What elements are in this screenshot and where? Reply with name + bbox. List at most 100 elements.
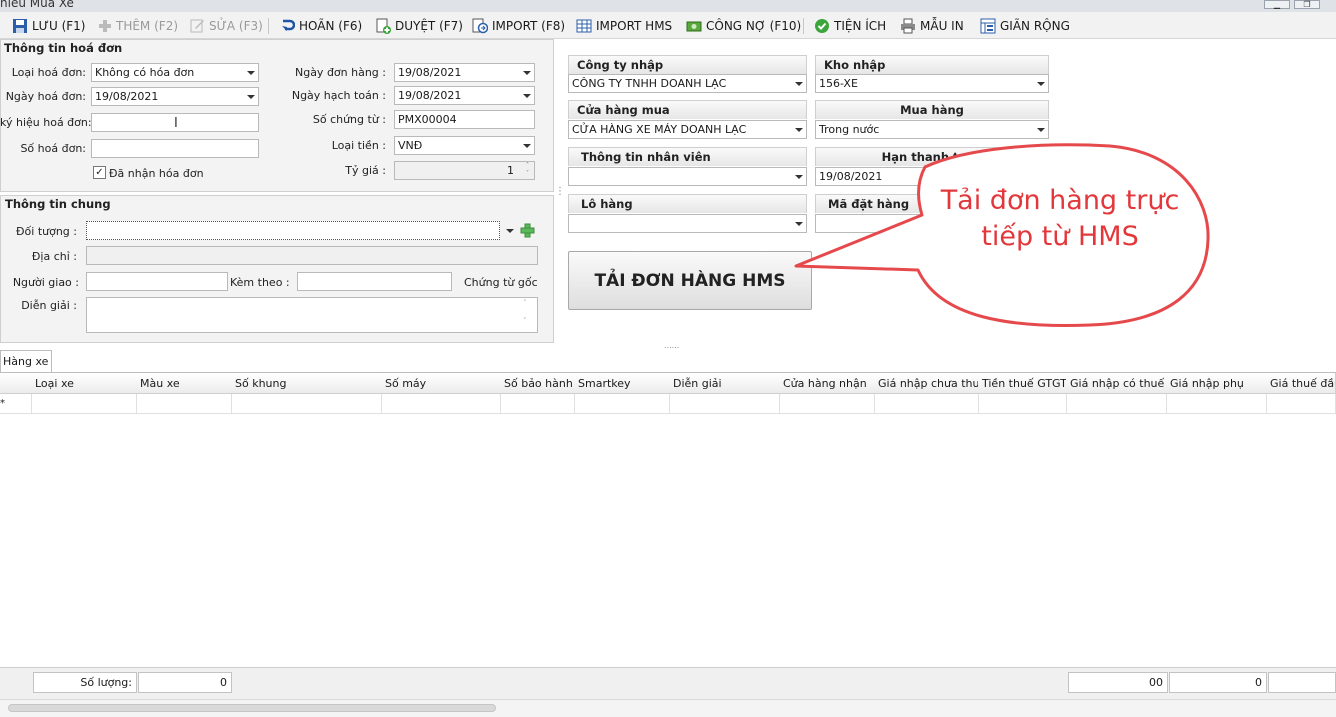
- lot-select[interactable]: [568, 214, 807, 233]
- horizontal-splitter-handle[interactable]: ......: [664, 341, 679, 350]
- textarea-scroll-arrows[interactable]: ˄ ˅: [523, 298, 527, 326]
- add-object-plus-icon[interactable]: [520, 223, 535, 238]
- order-date-picker[interactable]: 19/08/2021: [394, 63, 535, 82]
- new-row-cell[interactable]: [31, 394, 137, 414]
- accounting-date-picker[interactable]: 19/08/2021: [394, 86, 535, 105]
- new-row-cell[interactable]: [500, 394, 575, 414]
- new-row-cell[interactable]: [978, 394, 1067, 414]
- company-value: CÔNG TY TNHH DOANH LẠC: [572, 77, 727, 90]
- new-row-cell[interactable]: [136, 394, 232, 414]
- warehouse-header: Kho nhập: [815, 55, 1049, 74]
- new-row-cell[interactable]: [1066, 394, 1167, 414]
- invoice-number-input[interactable]: [91, 139, 259, 158]
- column-header[interactable]: Tiền thuế GTGT: [978, 373, 1067, 394]
- column-header[interactable]: Số khung: [231, 373, 382, 394]
- expand-button[interactable]: GIÃN RỘNG: [980, 12, 1070, 39]
- attach-input[interactable]: [297, 272, 452, 291]
- spin-buttons[interactable]: ˄ ˅: [521, 162, 534, 179]
- undo-button[interactable]: HOÃN (F6): [279, 12, 362, 39]
- currency-label: Loại tiền :: [331, 139, 386, 152]
- new-row-cell[interactable]: [874, 394, 979, 414]
- new-row-cell[interactable]: [1266, 394, 1336, 414]
- chevron-down-icon[interactable]: [242, 64, 258, 81]
- save-button[interactable]: LƯU (F1): [12, 12, 85, 39]
- horizontal-scrollbar[interactable]: [0, 699, 1336, 717]
- chevron-down-icon[interactable]: [518, 64, 534, 81]
- object-label: Đối tượng :: [16, 225, 77, 238]
- new-row-cell[interactable]: [669, 394, 780, 414]
- tab-vehicles[interactable]: Hàng xe: [0, 350, 52, 373]
- voucher-number-input[interactable]: PMX00004: [394, 110, 535, 129]
- load-hms-orders-button[interactable]: TẢI ĐƠN HÀNG HMS: [568, 251, 812, 310]
- lot-header: Lô hàng: [568, 194, 807, 213]
- spin-up-icon[interactable]: ˄: [521, 162, 534, 170]
- new-row-cell[interactable]: [779, 394, 875, 414]
- add-button[interactable]: THÊM (F2): [98, 12, 178, 39]
- chevron-down-icon[interactable]: [518, 87, 534, 104]
- window-title: hieu Mua Xe: [0, 0, 74, 10]
- purchase-type-select[interactable]: Trong nước: [815, 120, 1049, 139]
- edit-button[interactable]: SỬA (F3): [190, 12, 263, 39]
- description-textarea[interactable]: [86, 297, 538, 333]
- column-header[interactable]: Cửa hàng nhận: [779, 373, 875, 394]
- table-icon: [576, 19, 592, 32]
- text-cursor-icon: I: [174, 116, 178, 131]
- approve-button[interactable]: DUYỆT (F7): [375, 12, 463, 39]
- store-select[interactable]: CỬA HÀNG XE MÁY DOANH LẠC: [568, 120, 807, 139]
- order-date-label: Ngày đơn hàng :: [294, 66, 386, 79]
- callout-text: Tải đơn hàng trực tiếp từ HMS: [940, 185, 1180, 252]
- debt-button[interactable]: CÔNG NỢ (F10): [686, 12, 801, 39]
- order-date-value: 19/08/2021: [398, 66, 462, 79]
- spin-down-icon[interactable]: ˅: [521, 170, 534, 178]
- invoice-number-label: Số hoá đơn:: [20, 142, 86, 155]
- new-row-cell[interactable]: [381, 394, 501, 414]
- store-header: Cửa hàng mua: [568, 100, 807, 119]
- new-row-cell[interactable]: [574, 394, 670, 414]
- column-header[interactable]: Loại xe: [31, 373, 137, 394]
- currency-value: VNĐ: [398, 139, 423, 152]
- total-with-tax: 00: [1068, 672, 1168, 693]
- company-select[interactable]: CÔNG TY TNHH DOANH LẠC: [568, 74, 807, 93]
- column-header[interactable]: Số bảo hành: [500, 373, 575, 394]
- restore-button[interactable]: ❐: [1294, 0, 1320, 9]
- address-input[interactable]: [86, 246, 538, 265]
- chevron-down-icon[interactable]: [790, 121, 806, 138]
- invoice-date-picker[interactable]: 19/08/2021: [91, 87, 259, 106]
- staff-select[interactable]: [568, 167, 807, 186]
- new-row-cell[interactable]: [231, 394, 382, 414]
- warehouse-select[interactable]: 156-XE: [815, 74, 1049, 93]
- new-row-cell[interactable]: [1166, 394, 1267, 414]
- chevron-down-icon[interactable]: [1032, 75, 1048, 92]
- column-header[interactable]: Giá nhập chưa thuế: [874, 373, 979, 394]
- scroll-up-icon[interactable]: ˄: [523, 298, 527, 308]
- currency-select[interactable]: VNĐ: [394, 136, 535, 155]
- exchange-rate-input[interactable]: 1 ˄ ˅: [394, 161, 535, 180]
- column-header[interactable]: Số máy: [381, 373, 501, 394]
- import-button[interactable]: IMPORT (F8): [472, 12, 565, 39]
- chevron-down-icon[interactable]: [242, 88, 258, 105]
- import-hms-button[interactable]: IMPORT HMS: [576, 12, 672, 39]
- column-header[interactable]: Diễn giải: [669, 373, 780, 394]
- column-header[interactable]: Smartkey: [574, 373, 670, 394]
- column-header[interactable]: Giá thuế đầu vào: [1266, 373, 1336, 394]
- scrollbar-thumb[interactable]: [8, 704, 496, 712]
- invoice-received-checkbox[interactable]: ✓: [93, 166, 106, 179]
- deliverer-input[interactable]: [86, 272, 228, 291]
- column-header[interactable]: Giá nhập phụ: [1166, 373, 1267, 394]
- chevron-down-icon[interactable]: [790, 75, 806, 92]
- utility-button[interactable]: TIỆN ÍCH: [814, 12, 886, 39]
- exchange-rate-label: Tỷ giá :: [345, 164, 386, 177]
- print-template-button[interactable]: MẪU IN: [900, 12, 964, 39]
- object-input[interactable]: [86, 221, 500, 240]
- invoice-type-select[interactable]: Không có hóa đơn: [91, 63, 259, 82]
- object-dropdown-chevron-icon[interactable]: [501, 222, 517, 239]
- chevron-down-icon[interactable]: [518, 137, 534, 154]
- minimize-button[interactable]: ▁: [1264, 0, 1290, 9]
- column-header[interactable]: Màu xe: [136, 373, 232, 394]
- vertical-splitter-handle[interactable]: ⋮: [555, 186, 565, 197]
- staff-header: Thông tin nhân viên: [568, 147, 807, 166]
- toolbar-separator: [268, 18, 269, 34]
- scroll-down-icon[interactable]: ˅: [523, 316, 527, 326]
- column-header[interactable]: Giá nhập có thuế: [1066, 373, 1167, 394]
- chevron-down-icon[interactable]: [1032, 121, 1048, 138]
